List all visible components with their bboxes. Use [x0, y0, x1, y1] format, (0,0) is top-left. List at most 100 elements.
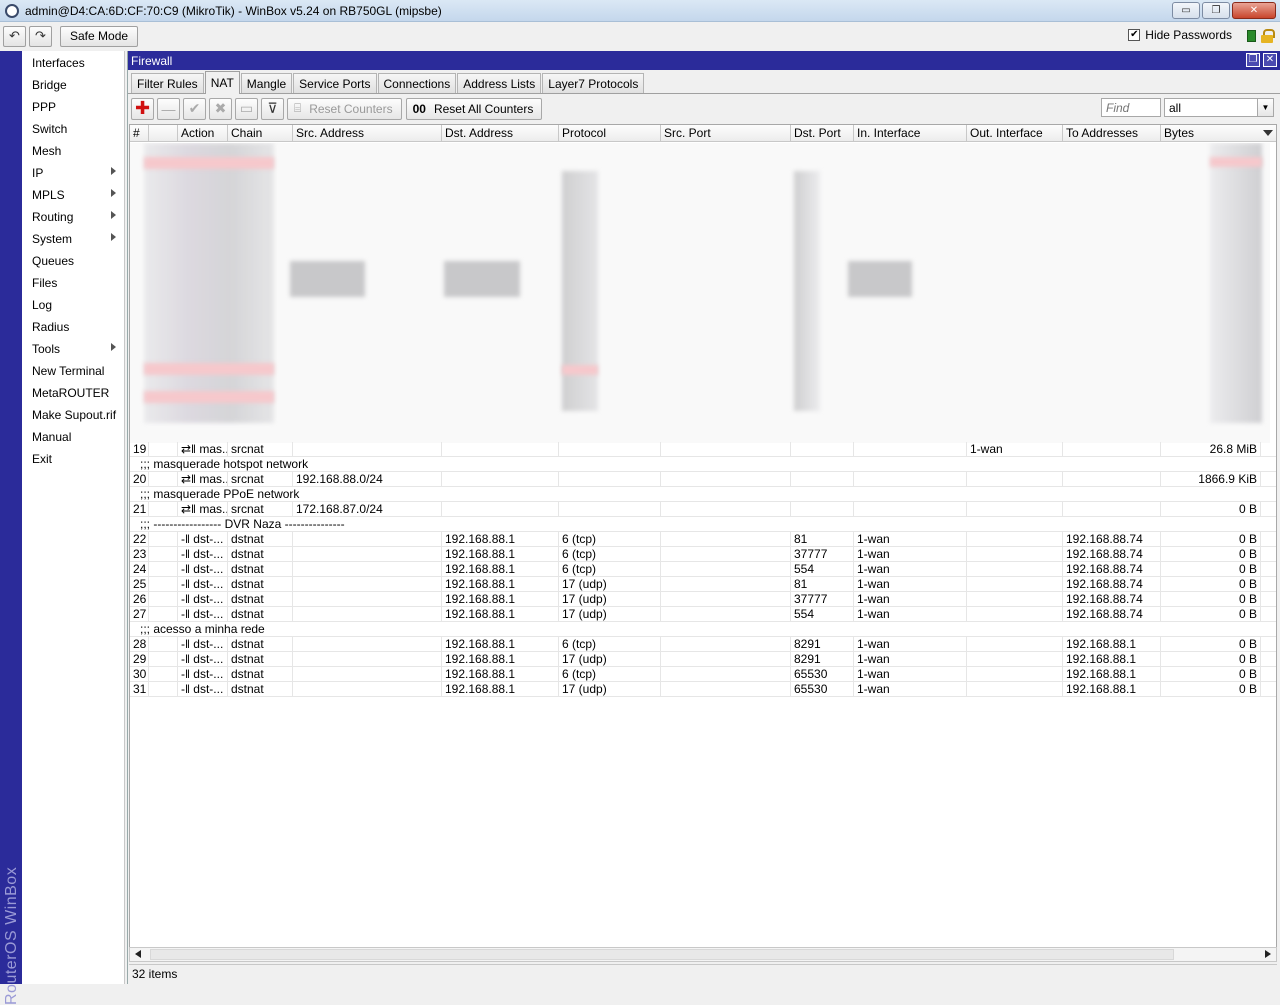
table-row[interactable]: 20 ⇄‖ mas... srcnat 192.168.88.0/24 1866…	[130, 472, 1276, 487]
cell-to-addresses: 192.168.88.1	[1063, 667, 1161, 681]
col-header-src-address[interactable]: Src. Address	[293, 125, 442, 141]
sidebar-item-mpls[interactable]: MPLS	[22, 184, 124, 206]
sidebar-item-ppp[interactable]: PPP	[22, 96, 124, 118]
tab-service-ports[interactable]: Service Ports	[293, 73, 377, 93]
comment-rule-button[interactable]: ▭	[235, 97, 258, 120]
firewall-restore-button[interactable]: ❐	[1246, 53, 1260, 67]
tab-address-lists[interactable]: Address Lists	[457, 73, 542, 93]
safe-mode-button[interactable]: Safe Mode	[60, 25, 139, 47]
table-row[interactable]: 27 -‖ dst-... dstnat 192.168.88.1 17 (ud…	[130, 607, 1276, 622]
firewall-titlebar: Firewall ❐ ✕	[128, 51, 1280, 70]
table-row[interactable]: 30 -‖ dst-... dstnat 192.168.88.1 6 (tcp…	[130, 667, 1276, 682]
cell-src-address	[293, 667, 442, 681]
scroll-left-icon[interactable]	[135, 950, 141, 958]
col-header-to-addresses[interactable]: To Addresses	[1063, 125, 1161, 141]
table-row[interactable]: 28 -‖ dst-... dstnat 192.168.88.1 6 (tcp…	[130, 637, 1276, 652]
hide-passwords-toggle[interactable]: ✔ Hide Passwords	[1128, 28, 1232, 42]
find-input[interactable]	[1101, 98, 1161, 117]
cell-src-port	[661, 667, 791, 681]
sidebar-item-ip[interactable]: IP	[22, 162, 124, 184]
sidebar-item-files[interactable]: Files	[22, 272, 124, 294]
sidebar-item-log[interactable]: Log	[22, 294, 124, 316]
horizontal-scrollbar[interactable]	[129, 947, 1277, 962]
cell-num: 28	[130, 637, 149, 651]
table-row[interactable]: 21 ⇄‖ mas... srcnat 172.168.87.0/24 0 B	[130, 502, 1276, 517]
obscured-rows-blur	[144, 363, 274, 375]
table-row[interactable]: 19 ⇄‖ mas... srcnat 1-wan 26.8 MiB	[130, 442, 1276, 457]
reset-all-counters-button[interactable]: 00 Reset All Counters	[405, 97, 543, 120]
sidebar-item-mesh[interactable]: Mesh	[22, 140, 124, 162]
table-row[interactable]: 29 -‖ dst-... dstnat 192.168.88.1 17 (ud…	[130, 652, 1276, 667]
sidebar-item-tools[interactable]: Tools	[22, 338, 124, 360]
disable-rule-button[interactable]: ✖	[209, 97, 232, 120]
sidebar-item-new-terminal[interactable]: New Terminal	[22, 360, 124, 382]
filter-select[interactable]: all ▼	[1164, 98, 1274, 117]
sidebar-item-routing[interactable]: Routing	[22, 206, 124, 228]
table-row[interactable]: 31 -‖ dst-... dstnat 192.168.88.1 17 (ud…	[130, 682, 1276, 697]
sidebar-item-make-supout[interactable]: Make Supout.rif	[22, 404, 124, 426]
sidebar-item-manual[interactable]: Manual	[22, 426, 124, 448]
cell-chain: dstnat	[228, 652, 293, 666]
cell-to-addresses: 192.168.88.74	[1063, 577, 1161, 591]
enable-rule-button[interactable]: ✔	[183, 97, 206, 120]
table-row[interactable]: 24 -‖ dst-... dstnat 192.168.88.1 6 (tcp…	[130, 562, 1276, 577]
sidebar-item-system[interactable]: System	[22, 228, 124, 250]
cell-src-port	[661, 682, 791, 696]
cell-dst-address: 192.168.88.1	[442, 682, 559, 696]
cell-src-port	[661, 592, 791, 606]
table-row[interactable]: 23 -‖ dst-... dstnat 192.168.88.1 6 (tcp…	[130, 547, 1276, 562]
col-header-dst-address[interactable]: Dst. Address	[442, 125, 559, 141]
filter-button[interactable]: ⊽	[261, 97, 284, 120]
scroll-right-icon[interactable]	[1265, 950, 1271, 958]
cell-protocol: 17 (udp)	[559, 652, 661, 666]
cell-bytes: 0 B	[1161, 592, 1261, 606]
sidebar-item-queues[interactable]: Queues	[22, 250, 124, 272]
col-header-action[interactable]: Action	[178, 125, 228, 141]
maximize-button[interactable]: ❐	[1202, 2, 1230, 19]
table-row[interactable]: 25 -‖ dst-... dstnat 192.168.88.1 17 (ud…	[130, 577, 1276, 592]
col-header-chain[interactable]: Chain	[228, 125, 293, 141]
undo-button[interactable]: ↶	[3, 25, 26, 47]
tab-nat[interactable]: NAT	[204, 71, 240, 94]
remove-rule-button[interactable]: —	[157, 97, 180, 120]
col-header-protocol[interactable]: Protocol	[559, 125, 661, 141]
cell-out-interface	[967, 532, 1063, 546]
col-header-dst-port[interactable]: Dst. Port	[791, 125, 854, 141]
sidebar-item-interfaces[interactable]: Interfaces	[22, 52, 124, 74]
obscured-rows-blur	[444, 261, 520, 297]
table-row[interactable]: 22 -‖ dst-... dstnat 192.168.88.1 6 (tcp…	[130, 532, 1276, 547]
close-button[interactable]: ✕	[1232, 2, 1276, 19]
tab-connections[interactable]: Connections	[377, 73, 457, 93]
submenu-arrow-icon	[111, 233, 116, 241]
tab-mangle[interactable]: Mangle	[240, 73, 293, 93]
reset-counters-button[interactable]: ⌸ Reset Counters	[287, 97, 402, 120]
sidebar-item-bridge[interactable]: Bridge	[22, 74, 124, 96]
col-header-bytes[interactable]: Bytes	[1161, 125, 1261, 141]
col-header-num[interactable]: #	[130, 125, 149, 141]
obscured-rows-blur	[562, 365, 598, 375]
column-menu-icon[interactable]	[1263, 130, 1273, 136]
table-row[interactable]: 26 -‖ dst-... dstnat 192.168.88.1 17 (ud…	[130, 592, 1276, 607]
add-rule-button[interactable]: ✚	[131, 97, 154, 120]
cell-num: 23	[130, 547, 149, 561]
sidebar-item-switch[interactable]: Switch	[22, 118, 124, 140]
cell-out-interface	[967, 637, 1063, 651]
reset-all-counters-label: Reset All Counters	[433, 101, 534, 116]
minimize-button[interactable]: ▭	[1172, 2, 1200, 19]
sidebar-item-exit[interactable]: Exit	[22, 448, 124, 470]
hide-passwords-checkbox[interactable]: ✔	[1128, 29, 1141, 41]
sidebar-item-radius[interactable]: Radius	[22, 316, 124, 338]
col-header-flags[interactable]	[149, 125, 178, 141]
tab-filter-rules[interactable]: Filter Rules	[131, 73, 204, 93]
redo-button[interactable]: ↷	[29, 25, 52, 47]
cell-out-interface	[967, 652, 1063, 666]
col-header-out-interface[interactable]: Out. Interface	[967, 125, 1063, 141]
firewall-close-button[interactable]: ✕	[1263, 53, 1277, 67]
col-header-src-port[interactable]: Src. Port	[661, 125, 791, 141]
sidebar-item-metarouter[interactable]: MetaROUTER	[22, 382, 124, 404]
cell-flags	[149, 532, 178, 546]
col-header-in-interface[interactable]: In. Interface	[854, 125, 967, 141]
tab-layer7-protocols[interactable]: Layer7 Protocols	[542, 73, 645, 93]
scrollbar-thumb[interactable]	[150, 949, 1174, 960]
chevron-down-icon[interactable]: ▼	[1257, 99, 1273, 116]
